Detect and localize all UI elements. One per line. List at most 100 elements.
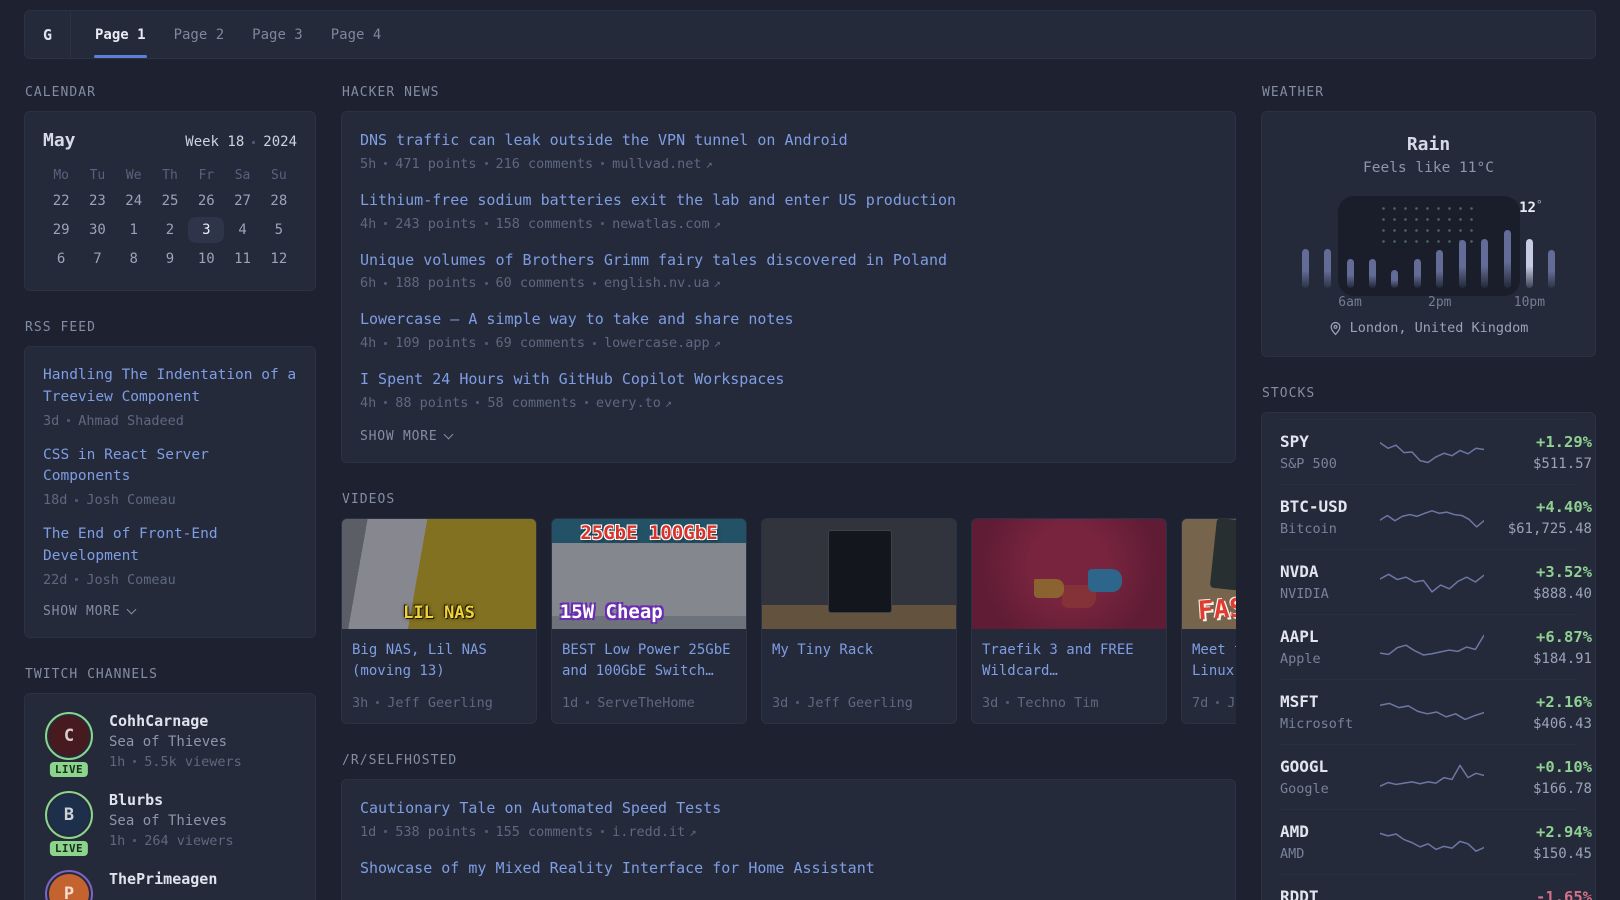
page-tab[interactable]: Page 3 bbox=[238, 11, 317, 58]
item-comments-link[interactable]: 158 comments bbox=[496, 216, 594, 232]
video-meta: 3d Jeff Geerling bbox=[772, 686, 946, 711]
twitch-channel-name[interactable]: CohhCarnage bbox=[109, 712, 242, 730]
reddit-post-title[interactable]: Showcase of my Mixed Reality Interface f… bbox=[360, 858, 1217, 880]
calendar-day: 12 bbox=[261, 246, 297, 272]
hacker-news-item-title[interactable]: Lithium-free sodium batteries exit the l… bbox=[360, 190, 1217, 212]
video-title[interactable]: Big NAS, Lil NAS (moving 13) bbox=[352, 640, 526, 683]
video-title[interactable]: My Tiny Rack bbox=[772, 640, 946, 662]
item-source-link[interactable]: newatlas.com bbox=[612, 216, 721, 232]
stock-row[interactable]: RDDT -1.65% bbox=[1280, 874, 1577, 900]
video-channel-link[interactable]: Jeff Geerling bbox=[807, 695, 913, 711]
page-tab[interactable]: Page 1 bbox=[81, 11, 160, 58]
video-thumbnail[interactable] bbox=[762, 519, 956, 629]
stock-row[interactable]: NVDA NVIDIA +3.52% $888.40 bbox=[1280, 549, 1577, 614]
video-card: My Tiny Rack 3d Jeff Geerling bbox=[761, 518, 957, 724]
stock-name: Microsoft bbox=[1280, 716, 1380, 732]
weather-card: Rain Feels like 11°C 12 ° bbox=[1261, 111, 1596, 357]
weather-bar-slot bbox=[1541, 198, 1563, 288]
video-title[interactable]: BEST Low Power 25GbE and 100GbE Switch… bbox=[562, 640, 736, 683]
video-channel-link[interactable]: Jeff Geerling bbox=[387, 695, 493, 711]
calendar-year: 2024 bbox=[263, 134, 297, 150]
hacker-news-item-title[interactable]: DNS traffic can leak outside the VPN tun… bbox=[360, 130, 1217, 152]
hacker-news-show-more-button[interactable]: SHOW MORE bbox=[360, 429, 1217, 444]
item-comments-link[interactable]: 155 comments bbox=[496, 824, 594, 840]
calendar-day: 1 bbox=[116, 217, 152, 243]
rss-item-age: 22d bbox=[43, 572, 67, 588]
calendar-weekday: Mo bbox=[43, 163, 79, 188]
video-title[interactable]: Meet the Linux Clu bbox=[1192, 640, 1236, 683]
twitch-channel-row: B LIVE Blurbs Sea of Thieves 1h 2 bbox=[43, 791, 297, 849]
dot-separator bbox=[485, 282, 488, 285]
weather-hour-label: 6am bbox=[1338, 295, 1361, 310]
item-points: 109 points bbox=[395, 335, 476, 351]
video-thumbnail[interactable]: 25GbE 100GbE 15W Cheap bbox=[552, 519, 746, 629]
degree-symbol: ° bbox=[1536, 198, 1543, 216]
rss-item-title[interactable]: Handling The Indentation of a Treeview C… bbox=[43, 365, 297, 409]
twitch-avatar[interactable]: C bbox=[45, 712, 93, 760]
item-source-link[interactable]: every.to bbox=[596, 395, 672, 411]
hacker-news-item: Lithium-free sodium batteries exit the l… bbox=[360, 190, 1217, 232]
app-logo[interactable]: G bbox=[25, 11, 71, 58]
stocks-card: SPY S&P 500 +1.29% $511.57 bbox=[1261, 412, 1596, 900]
video-thumbnail[interactable]: LIL NAS bbox=[342, 519, 536, 629]
video-thumbnail[interactable] bbox=[972, 519, 1166, 629]
twitch-channel-name[interactable]: ThePrimeagen bbox=[109, 870, 217, 888]
calendar-days-grid: 22 23 24 25 26 27 28 bbox=[43, 188, 297, 272]
dot-separator bbox=[601, 162, 604, 165]
reddit-post-title[interactable]: Cautionary Tale on Automated Speed Tests bbox=[360, 798, 1217, 820]
stock-change-percent: -1.65% bbox=[1484, 888, 1592, 900]
weather-bar bbox=[1548, 250, 1555, 288]
video-thumbnail[interactable]: FAS bbox=[1182, 519, 1236, 629]
stock-row[interactable]: BTC-USD Bitcoin +4.40% $61,725.48 bbox=[1280, 484, 1577, 549]
page-tab[interactable]: Page 2 bbox=[160, 11, 239, 58]
hacker-news-item: DNS traffic can leak outside the VPN tun… bbox=[360, 130, 1217, 172]
dot-separator bbox=[384, 282, 387, 285]
right-column: WEATHER Rain Feels like 11°C 12 ° bbox=[1261, 85, 1596, 900]
video-meta: 1d ServeTheHome bbox=[562, 686, 736, 711]
rss-item-title[interactable]: CSS in React Server Components bbox=[43, 445, 297, 489]
weather-location-label: London, United Kingdom bbox=[1350, 320, 1529, 336]
hacker-news-item: Unique volumes of Brothers Grimm fairy t… bbox=[360, 250, 1217, 292]
chevron-down-icon bbox=[444, 430, 454, 440]
stock-symbol: GOOGL bbox=[1280, 757, 1380, 776]
item-source-link[interactable]: mullvad.net bbox=[612, 156, 713, 172]
item-points: 243 points bbox=[395, 216, 476, 232]
page-tab[interactable]: Page 4 bbox=[317, 11, 396, 58]
rss-item-title[interactable]: The End of Front-End Development bbox=[43, 524, 297, 568]
calendar-week-year: Week 18 2024 bbox=[185, 134, 297, 150]
dot-separator bbox=[384, 222, 387, 225]
item-comments-link[interactable]: 58 comments bbox=[487, 395, 576, 411]
hacker-news-item-title[interactable]: I Spent 24 Hours with GitHub Copilot Wor… bbox=[360, 369, 1217, 391]
item-comments-link[interactable]: 216 comments bbox=[496, 156, 594, 172]
video-channel-link[interactable]: Techno Tim bbox=[1017, 695, 1098, 711]
item-comments-link[interactable]: 60 comments bbox=[496, 275, 585, 291]
hacker-news-item-title[interactable]: Lowercase – A simple way to take and sha… bbox=[360, 309, 1217, 331]
stock-sparkline bbox=[1380, 498, 1484, 536]
dot-separator bbox=[376, 701, 379, 704]
item-source-link[interactable]: i.redd.it bbox=[612, 824, 696, 840]
stock-row[interactable]: AMD AMD +2.94% $150.45 bbox=[1280, 809, 1577, 874]
dot-separator bbox=[796, 701, 799, 704]
twitch-avatar[interactable]: B bbox=[45, 791, 93, 839]
video-title[interactable]: Traefik 3 and FREE Wildcard… bbox=[982, 640, 1156, 683]
rss-show-more-button[interactable]: SHOW MORE bbox=[43, 604, 297, 619]
stock-row[interactable]: SPY S&P 500 +1.29% $511.57 bbox=[1280, 419, 1577, 484]
item-comments-link[interactable]: 69 comments bbox=[496, 335, 585, 351]
video-channel-link[interactable]: Jeff bbox=[1227, 695, 1236, 711]
item-source-link[interactable]: lowercase.app bbox=[604, 335, 721, 351]
twitch-channel-name[interactable]: Blurbs bbox=[109, 791, 234, 809]
stock-row[interactable]: AAPL Apple +6.87% $184.91 bbox=[1280, 614, 1577, 679]
stock-price: $166.78 bbox=[1484, 781, 1592, 797]
stock-row[interactable]: GOOGL Google +0.10% $166.78 bbox=[1280, 744, 1577, 809]
calendar-weekday: Tu bbox=[79, 163, 115, 188]
video-card: Traefik 3 and FREE Wildcard… 3d Techno T… bbox=[971, 518, 1167, 724]
stock-row[interactable]: MSFT Microsoft +2.16% $406.43 bbox=[1280, 679, 1577, 744]
stock-symbol: AAPL bbox=[1280, 627, 1380, 646]
calendar-card: May Week 18 2024 Mo Tu bbox=[24, 111, 316, 291]
video-channel-link[interactable]: ServeTheHome bbox=[597, 695, 695, 711]
calendar-day: 25 bbox=[152, 188, 188, 214]
twitch-avatar[interactable]: P bbox=[45, 870, 93, 900]
stocks-section-title: STOCKS bbox=[1262, 386, 1595, 401]
hacker-news-item-title[interactable]: Unique volumes of Brothers Grimm fairy t… bbox=[360, 250, 1217, 272]
item-source-link[interactable]: english.nv.ua bbox=[604, 275, 721, 291]
